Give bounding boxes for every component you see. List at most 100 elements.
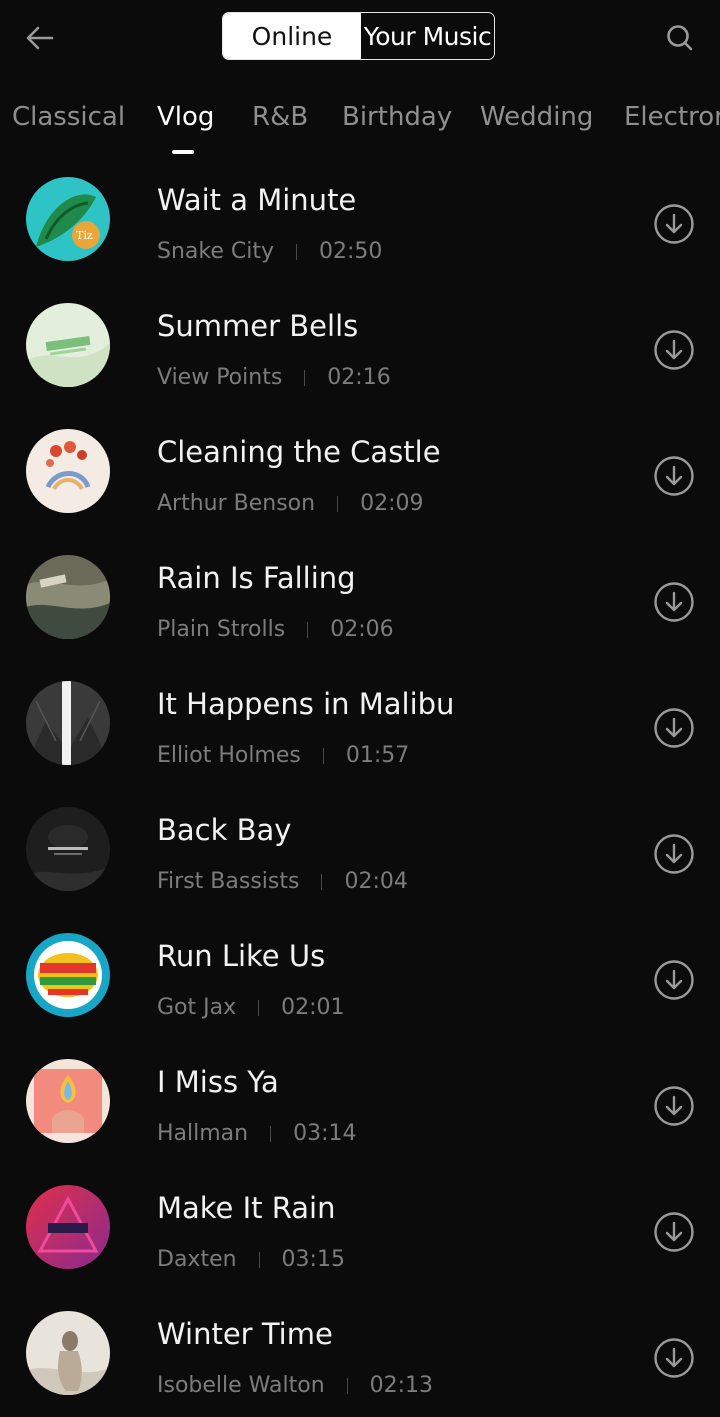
track-row[interactable]: Run Like Us Got Jax 02:01 bbox=[0, 913, 720, 1039]
back-button[interactable] bbox=[18, 16, 62, 60]
tab-wedding[interactable]: Wedding bbox=[480, 102, 593, 132]
tab-rnb[interactable]: R&B bbox=[252, 102, 308, 132]
track-row[interactable]: Make It Rain Daxten 03:15 bbox=[0, 1165, 720, 1291]
search-button[interactable] bbox=[658, 16, 702, 60]
meta-divider bbox=[322, 747, 324, 764]
track-artist: Got Jax bbox=[157, 995, 237, 1020]
track-meta: Daxten 03:15 bbox=[157, 1247, 345, 1272]
track-duration: 01:57 bbox=[345, 743, 410, 768]
album-art bbox=[26, 933, 110, 1017]
download-icon bbox=[654, 1212, 694, 1252]
download-button[interactable] bbox=[652, 328, 696, 372]
track-title: Summer Bells bbox=[157, 309, 359, 343]
download-button[interactable] bbox=[652, 454, 696, 498]
download-button[interactable] bbox=[652, 580, 696, 624]
download-button[interactable] bbox=[652, 1210, 696, 1254]
meta-divider bbox=[258, 1251, 260, 1268]
meta-divider bbox=[337, 495, 339, 512]
track-duration: 02:50 bbox=[319, 239, 383, 264]
track-meta: Got Jax 02:01 bbox=[157, 995, 345, 1020]
source-segmented-control: Online Your Music bbox=[222, 12, 495, 60]
top-bar: Online Your Music bbox=[0, 0, 720, 80]
active-tab-indicator bbox=[172, 150, 194, 154]
track-title: It Happens in Malibu bbox=[157, 687, 455, 721]
download-button[interactable] bbox=[652, 832, 696, 876]
download-icon bbox=[654, 1338, 694, 1378]
track-artist: Elliot Holmes bbox=[157, 743, 301, 768]
album-art bbox=[26, 1185, 110, 1269]
svg-text:Tiz: Tiz bbox=[76, 229, 93, 242]
track-meta: View Points 02:16 bbox=[157, 365, 391, 390]
album-art bbox=[26, 303, 110, 387]
track-artist: Snake City bbox=[157, 239, 274, 264]
track-artist: Arthur Benson bbox=[157, 491, 316, 516]
track-duration: 03:15 bbox=[281, 1247, 345, 1272]
meta-divider bbox=[321, 873, 323, 890]
track-duration: 02:16 bbox=[327, 365, 391, 390]
download-button[interactable] bbox=[652, 1336, 696, 1380]
track-meta: Isobelle Walton 02:13 bbox=[157, 1373, 433, 1398]
download-icon bbox=[654, 204, 694, 244]
download-icon bbox=[654, 582, 694, 622]
album-art: Tiz bbox=[26, 177, 110, 261]
download-icon bbox=[654, 960, 694, 1000]
segment-your-music[interactable]: Your Music bbox=[361, 13, 494, 59]
track-row[interactable]: Summer Bells View Points 02:16 bbox=[0, 283, 720, 409]
download-button[interactable] bbox=[652, 958, 696, 1002]
tab-electronic[interactable]: Electror bbox=[624, 102, 720, 132]
download-icon bbox=[654, 456, 694, 496]
track-meta: Elliot Holmes 01:57 bbox=[157, 743, 409, 768]
track-meta: Snake City 02:50 bbox=[157, 239, 382, 264]
track-title: Make It Rain bbox=[157, 1191, 336, 1225]
track-artist: Isobelle Walton bbox=[157, 1373, 325, 1398]
download-button[interactable] bbox=[652, 202, 696, 246]
track-meta: Plain Strolls 02:06 bbox=[157, 617, 394, 642]
track-duration: 02:06 bbox=[330, 617, 394, 642]
track-artist: Hallman bbox=[157, 1121, 249, 1146]
album-art bbox=[26, 555, 110, 639]
meta-divider bbox=[258, 999, 260, 1016]
meta-divider bbox=[304, 369, 306, 386]
meta-divider bbox=[296, 243, 297, 260]
meta-divider bbox=[270, 1125, 272, 1142]
download-icon bbox=[654, 330, 694, 370]
track-artist: First Bassists bbox=[157, 869, 300, 894]
track-title: Cleaning the Castle bbox=[157, 435, 441, 469]
album-art bbox=[26, 681, 110, 765]
track-duration: 03:14 bbox=[293, 1121, 357, 1146]
track-row[interactable]: Tiz Wait a Minute Snake City 02:50 bbox=[0, 157, 720, 283]
meta-divider bbox=[346, 1377, 348, 1394]
track-list: Tiz Wait a Minute Snake City 02:50 Summe… bbox=[0, 157, 720, 1417]
track-artist: Daxten bbox=[157, 1247, 237, 1272]
tab-classical[interactable]: Classical bbox=[12, 102, 125, 132]
track-row[interactable]: It Happens in Malibu Elliot Holmes 01:57 bbox=[0, 661, 720, 787]
track-meta: Arthur Benson 02:09 bbox=[157, 491, 424, 516]
track-title: Back Bay bbox=[157, 813, 292, 847]
track-duration: 02:04 bbox=[344, 869, 408, 894]
album-art bbox=[26, 807, 110, 891]
track-title: Rain Is Falling bbox=[157, 561, 356, 595]
track-row[interactable]: Rain Is Falling Plain Strolls 02:06 bbox=[0, 535, 720, 661]
track-row[interactable]: Cleaning the Castle Arthur Benson 02:09 bbox=[0, 409, 720, 535]
track-title: Wait a Minute bbox=[157, 183, 357, 217]
meta-divider bbox=[307, 621, 309, 638]
download-button[interactable] bbox=[652, 1084, 696, 1128]
download-icon bbox=[654, 708, 694, 748]
tab-birthday[interactable]: Birthday bbox=[342, 102, 452, 132]
track-duration: 02:09 bbox=[360, 491, 424, 516]
tab-vlog[interactable]: Vlog bbox=[157, 102, 214, 132]
download-button[interactable] bbox=[652, 706, 696, 750]
track-meta: First Bassists 02:04 bbox=[157, 869, 408, 894]
album-art bbox=[26, 429, 110, 513]
album-art bbox=[26, 1059, 110, 1143]
track-row[interactable]: Winter Time Isobelle Walton 02:13 bbox=[0, 1291, 720, 1417]
segment-online[interactable]: Online bbox=[223, 13, 361, 59]
download-icon bbox=[654, 834, 694, 874]
arrow-left-icon bbox=[26, 26, 54, 50]
track-row[interactable]: Back Bay First Bassists 02:04 bbox=[0, 787, 720, 913]
download-icon bbox=[654, 1086, 694, 1126]
track-row[interactable]: I Miss Ya Hallman 03:14 bbox=[0, 1039, 720, 1165]
track-title: Run Like Us bbox=[157, 939, 326, 973]
track-duration: 02:13 bbox=[369, 1373, 434, 1398]
genre-tab-bar: Classical Vlog R&B Birthday Wedding Elec… bbox=[0, 96, 720, 160]
